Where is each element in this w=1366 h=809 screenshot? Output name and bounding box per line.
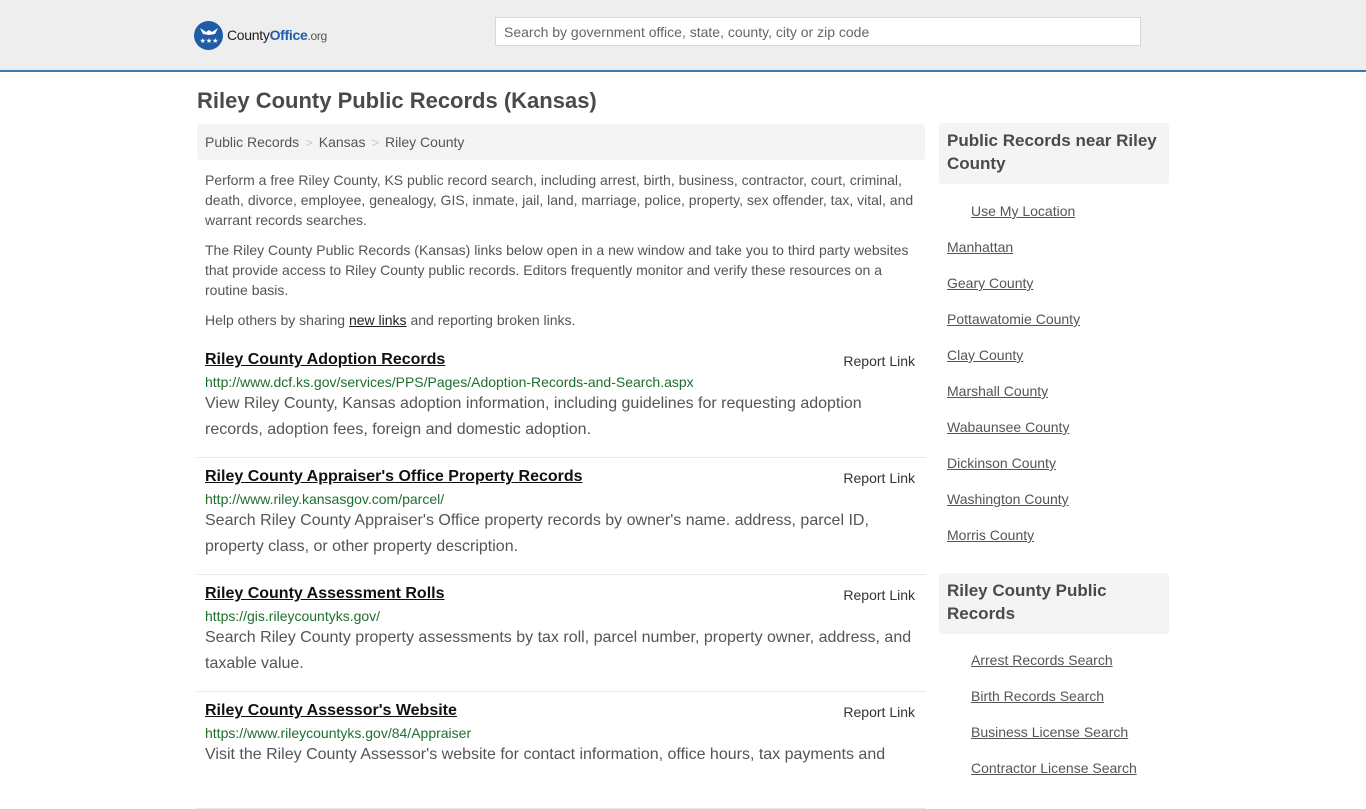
record-item: Riley County Appraiser's Office Property… — [197, 458, 926, 575]
site-header: ★★★ CountyOffice.org — [0, 0, 1366, 72]
list-item: Birth Records Search — [947, 678, 1161, 714]
breadcrumb-separator: > — [371, 134, 380, 150]
record-description: View Riley County, Kansas adoption infor… — [205, 395, 862, 438]
list-item: Washington County — [947, 481, 1161, 517]
nearby-link-washington-county[interactable]: Washington County — [947, 491, 1069, 507]
record-title-link[interactable]: Riley County Adoption Records — [205, 351, 445, 369]
birth-records-search-link[interactable]: Birth Records Search — [971, 688, 1104, 704]
intro-text: Perform a free Riley County, KS public r… — [205, 170, 920, 340]
record-title-link[interactable]: Riley County Assessment Rolls — [205, 585, 444, 603]
record-url[interactable]: https://www.rileycountyks.gov/84/Apprais… — [205, 725, 918, 741]
records-list: Riley County Adoption Records Report Lin… — [197, 341, 926, 809]
record-description: Search Riley County Appraiser's Office p… — [205, 512, 869, 555]
county-records-list: Arrest Records Search Birth Records Sear… — [939, 642, 1169, 786]
county-records-heading: Riley County Public Records — [939, 573, 1169, 634]
business-license-search-link[interactable]: Business License Search — [971, 724, 1128, 740]
list-item: Use My Location — [947, 193, 1161, 229]
nearby-records-heading: Public Records near Riley County — [939, 123, 1169, 184]
list-item: Contractor License Search — [947, 750, 1161, 786]
record-title-link[interactable]: Riley County Assessor's Website — [205, 702, 457, 720]
breadcrumb-separator: > — [305, 134, 313, 150]
breadcrumb-riley-county[interactable]: Riley County — [385, 134, 464, 150]
nearby-link-manhattan[interactable]: Manhattan — [947, 239, 1013, 255]
record-item: Riley County Assessment Rolls Report Lin… — [197, 575, 926, 692]
report-link-button[interactable]: Report Link — [843, 704, 915, 720]
list-item: Wabaunsee County — [947, 409, 1161, 445]
list-item: Business License Search — [947, 714, 1161, 750]
record-url[interactable]: http://www.riley.kansasgov.com/parcel/ — [205, 491, 918, 507]
intro-paragraph: Perform a free Riley County, KS public r… — [205, 172, 914, 228]
record-item: Riley County Adoption Records Report Lin… — [197, 341, 926, 458]
nearby-link-dickinson-county[interactable]: Dickinson County — [947, 455, 1056, 471]
use-my-location-link[interactable]: Use My Location — [971, 203, 1075, 219]
nearby-link-geary-county[interactable]: Geary County — [947, 275, 1033, 291]
share-links-paragraph: Help others by sharing new links and rep… — [205, 312, 576, 328]
record-item: Riley County Assessor's Website Report L… — [197, 692, 926, 809]
record-description: Search Riley County property assessments… — [205, 629, 912, 672]
site-search — [495, 17, 1141, 46]
report-link-button[interactable]: Report Link — [843, 587, 915, 603]
page-title: Riley County Public Records (Kansas) — [197, 88, 597, 113]
nearby-link-morris-county[interactable]: Morris County — [947, 527, 1034, 543]
svg-text:★★★: ★★★ — [199, 37, 218, 45]
sidebar: Public Records near Riley County Use My … — [939, 123, 1169, 786]
breadcrumb-public-records[interactable]: Public Records — [205, 134, 299, 150]
new-links-link[interactable]: new links — [349, 312, 407, 328]
logo-wordmark: CountyOffice.org — [227, 27, 327, 43]
record-url[interactable]: https://gis.rileycountyks.gov/ — [205, 608, 918, 624]
list-item: Morris County — [947, 517, 1161, 553]
list-item: Clay County — [947, 337, 1161, 373]
list-item: Manhattan — [947, 229, 1161, 265]
list-item: Marshall County — [947, 373, 1161, 409]
site-logo[interactable]: ★★★ CountyOffice.org — [194, 20, 327, 50]
record-description: Visit the Riley County Assessor's websit… — [205, 746, 886, 763]
contractor-license-search-link[interactable]: Contractor License Search — [971, 760, 1137, 776]
record-url[interactable]: http://www.dcf.ks.gov/services/PPS/Pages… — [205, 374, 918, 390]
list-item: Geary County — [947, 265, 1161, 301]
list-item: Pottawatomie County — [947, 301, 1161, 337]
report-link-button[interactable]: Report Link — [843, 470, 915, 486]
nearby-link-marshall-county[interactable]: Marshall County — [947, 383, 1048, 399]
breadcrumb: Public Records > Kansas > Riley County — [197, 124, 925, 160]
intro-paragraph: The Riley County Public Records (Kansas)… — [205, 242, 909, 298]
nearby-link-wabaunsee-county[interactable]: Wabaunsee County — [947, 419, 1069, 435]
list-item: Arrest Records Search — [947, 642, 1161, 678]
nearby-link-pottawatomie-county[interactable]: Pottawatomie County — [947, 311, 1080, 327]
nearby-records-list: Use My Location Manhattan Geary County P… — [939, 193, 1169, 553]
report-link-button[interactable]: Report Link — [843, 353, 915, 369]
breadcrumb-kansas[interactable]: Kansas — [319, 134, 366, 150]
record-title-link[interactable]: Riley County Appraiser's Office Property… — [205, 468, 583, 486]
search-input[interactable] — [496, 18, 1140, 45]
eagle-stars-logo-icon: ★★★ — [194, 20, 223, 50]
nearby-link-clay-county[interactable]: Clay County — [947, 347, 1023, 363]
arrest-records-search-link[interactable]: Arrest Records Search — [971, 652, 1113, 668]
list-item: Dickinson County — [947, 445, 1161, 481]
